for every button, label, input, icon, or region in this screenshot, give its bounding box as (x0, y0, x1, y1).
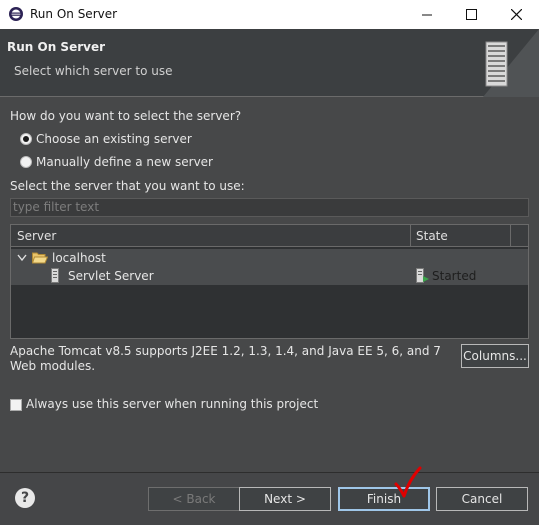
always-use-checkbox[interactable] (10, 399, 22, 411)
table-row-servlet-server[interactable]: Servlet Server Started (11, 267, 528, 285)
eclipse-app-icon (9, 7, 23, 21)
next-button[interactable]: Next > (239, 487, 331, 511)
column-header-state[interactable]: State (416, 229, 448, 243)
table-row-localhost[interactable]: localhost (11, 249, 528, 267)
server-list-label: Select the server that you want to use: (10, 179, 245, 193)
close-button[interactable] (493, 0, 539, 29)
back-button[interactable]: < Back (148, 487, 240, 511)
close-icon (510, 9, 522, 20)
radio-existing-server-label[interactable]: Choose an existing server (36, 132, 192, 146)
chevron-down-icon[interactable] (17, 254, 27, 262)
server-banner-icon (483, 29, 539, 97)
radio-new-server-label[interactable]: Manually define a new server (36, 155, 213, 169)
column-header-server[interactable]: Server (17, 229, 56, 243)
always-use-label[interactable]: Always use this server when running this… (26, 397, 318, 411)
header-title: Run On Server (7, 40, 106, 54)
header-subtitle: Select which server to use (14, 64, 173, 78)
server-table[interactable]: Server State localhost Servlet Server St… (10, 224, 529, 339)
radio-new-server[interactable] (20, 156, 32, 168)
server-started-icon (416, 268, 429, 283)
dialog-header: Run On Server Select which server to use (0, 29, 539, 97)
table-header: Server State (11, 225, 528, 247)
cancel-button[interactable]: Cancel (436, 487, 528, 511)
columns-button[interactable]: Columns... (461, 344, 529, 368)
folder-icon (32, 252, 48, 264)
maximize-button[interactable] (448, 0, 494, 29)
maximize-icon (465, 9, 477, 20)
server-icon (51, 268, 59, 283)
minimize-icon (422, 14, 432, 15)
server-name: Servlet Server (68, 269, 154, 283)
minimize-button[interactable] (404, 0, 450, 29)
server-host-name: localhost (52, 251, 106, 265)
radio-existing-server[interactable] (20, 133, 32, 145)
red-checkmark-icon (394, 466, 422, 498)
filter-input[interactable]: type filter text (10, 198, 529, 217)
selection-question: How do you want to select the server? (10, 109, 242, 123)
server-state: Started (432, 269, 477, 283)
server-description: Apache Tomcat v8.5 supports J2EE 1.2, 1.… (10, 344, 441, 373)
help-icon[interactable]: ? (15, 488, 35, 508)
window-titlebar: Run On Server (0, 0, 539, 29)
window-title: Run On Server (30, 7, 118, 21)
